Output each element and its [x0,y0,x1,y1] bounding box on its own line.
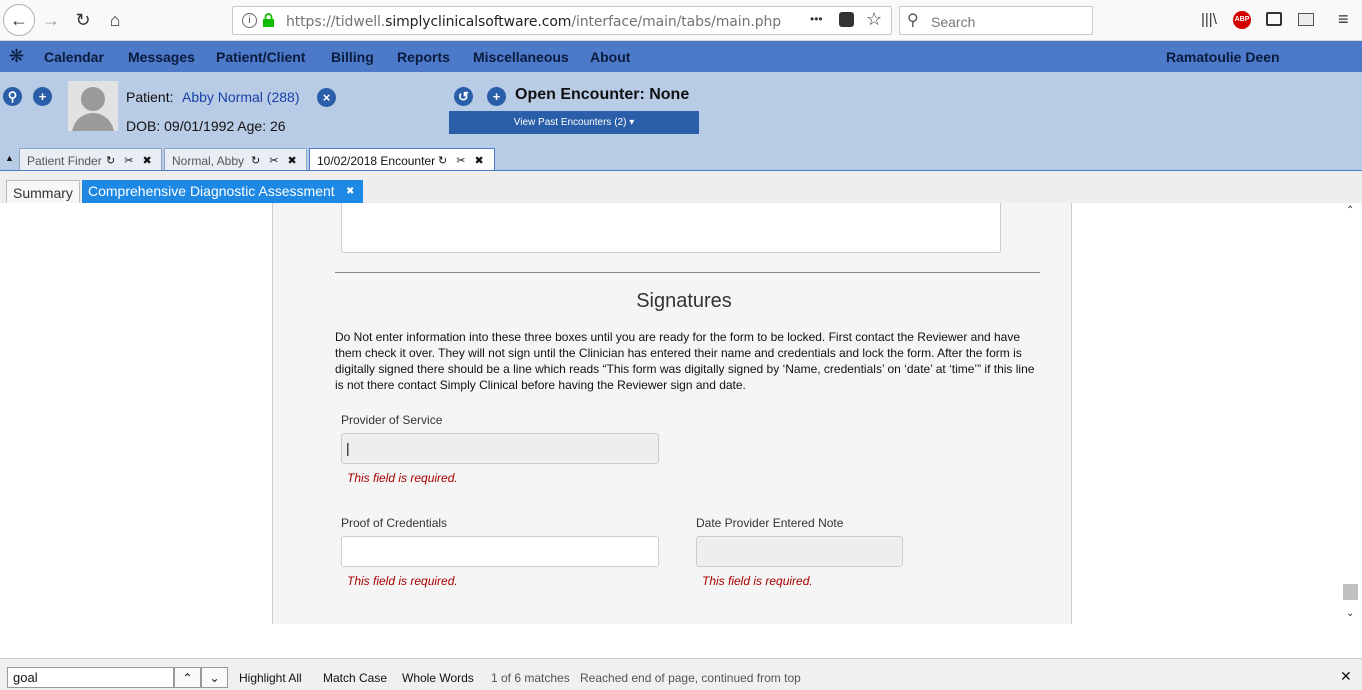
forward-button[interactable]: → [35,4,67,36]
menu-calendar[interactable]: Calendar [44,49,104,65]
tab-tools-icons[interactable]: ↻ ✂ ✖ [251,154,300,167]
proof-of-credentials-label: Proof of Credentials [341,516,448,530]
patient-search-icon[interactable]: ⚲ [3,87,22,106]
app-logo-icon[interactable]: ❋ [9,46,24,67]
match-case-toggle[interactable]: Match Case [323,671,387,685]
reload-button[interactable]: ↻ [67,4,99,36]
main-menu-bar: ❋ Calendar Messages Patient/Client Billi… [0,41,1362,72]
screenshot-icon[interactable] [1298,13,1314,26]
signatures-heading: Signatures [636,290,732,312]
required-message: This field is required. [347,574,458,588]
adblock-icon[interactable]: ABP [1233,11,1251,29]
tab-tools-icons[interactable]: ↻ ✂ ✖ [106,154,155,167]
open-encounter-label: Open Encounter: None [515,86,690,103]
required-message: This field is required. [347,471,458,485]
encounter-history-icon[interactable]: ↺ [454,87,473,106]
tab-label: Normal, Abby [172,154,245,168]
date-provider-entered-input[interactable] [696,536,903,567]
back-button[interactable]: ← [3,4,35,36]
proof-of-credentials-input[interactable] [341,536,659,567]
menu-miscellaneous[interactable]: Miscellaneous [473,49,569,65]
previous-textarea[interactable] [341,203,1001,253]
tab-comprehensive-diagnostic-assessment[interactable]: Comprehensive Diagnostic Assessment ✖ [82,180,363,204]
find-status-message: Reached end of page, continued from top [580,671,801,685]
collapse-header-icon[interactable]: ▲ [5,153,14,163]
search-placeholder: Search [931,14,976,30]
scroll-thumb[interactable] [1343,584,1358,600]
find-input[interactable]: goal [7,667,174,688]
tab-encounter[interactable]: 10/02/2018 Encounter ↻ ✂ ✖ [309,148,495,172]
bookmark-star-icon[interactable]: ☆ [866,9,882,30]
section-divider [335,272,1040,273]
search-input[interactable]: ⚲ Search [899,6,1093,35]
scroll-down-icon[interactable]: ⌄ [1346,608,1354,619]
close-patient-icon[interactable]: × [317,88,336,107]
provider-of-service-input[interactable]: | [341,433,659,464]
scroll-up-icon[interactable]: ⌃ [1346,205,1354,216]
tab-label: Patient Finder [27,154,102,168]
menu-about[interactable]: About [590,49,630,65]
tab-label: 10/02/2018 Encounter [317,154,436,168]
text-cursor: | [346,440,350,456]
tab-normal-abby[interactable]: Normal, Abby ↻ ✂ ✖ [164,148,307,171]
form-panel: Signatures Do Not enter information into… [272,203,1072,624]
search-icon: ⚲ [907,12,919,29]
add-patient-icon[interactable]: + [33,87,52,106]
match-count: 1 of 6 matches [491,671,570,685]
avatar [68,81,118,131]
view-past-encounters-button[interactable]: View Past Encounters (2) ▾ [449,111,699,134]
lock-icon [263,13,274,27]
close-find-bar-icon[interactable]: ✕ [1340,668,1352,685]
sidebar-icon[interactable] [1266,12,1282,26]
signatures-instructions: Do Not enter information into these thre… [335,330,1035,392]
find-previous-button[interactable]: ⌃ [174,667,201,688]
hamburger-menu-icon[interactable]: ≡ [1338,9,1349,30]
menu-messages[interactable]: Messages [128,49,195,65]
highlight-all-toggle[interactable]: Highlight All [239,671,302,685]
find-next-button[interactable]: ⌄ [201,667,228,688]
tab-label: Comprehensive Diagnostic Assessment [88,183,335,199]
library-icon[interactable]: |||\ [1201,11,1217,28]
browser-toolbar: ← → ↻ ⌂ i https://tidwell.simplyclinical… [0,0,1362,41]
patient-label: Patient: [126,89,174,105]
required-message: This field is required. [702,574,813,588]
encounter-subtab-bar: Summary Comprehensive Diagnostic Assessm… [0,170,1362,204]
menu-billing[interactable]: Billing [331,49,374,65]
page-actions-icon[interactable]: ••• [810,12,823,26]
page-scrollbar[interactable]: ⌃ ⌄ [1342,203,1362,624]
tab-summary[interactable]: Summary [6,180,80,204]
patient-name-link[interactable]: Abby Normal (288) [182,89,300,105]
provider-of-service-label: Provider of Service [341,413,443,427]
whole-words-toggle[interactable]: Whole Words [402,671,474,685]
user-name[interactable]: Ramatoulie Deen [1166,49,1280,65]
info-icon[interactable]: i [242,13,257,28]
pocket-icon[interactable] [839,12,854,27]
date-provider-entered-label: Date Provider Entered Note [696,516,844,530]
tab-patient-finder[interactable]: Patient Finder ↻ ✂ ✖ [19,148,162,171]
close-tab-icon[interactable]: ✖ [346,186,354,197]
menu-patient-client[interactable]: Patient/Client [216,49,305,65]
patient-dob: DOB: 09/01/1992 Age: 26 [126,118,286,134]
tab-tools-icons[interactable]: ↻ ✂ ✖ [438,154,487,167]
home-button[interactable]: ⌂ [99,4,131,36]
content-area: Signatures Do Not enter information into… [0,203,1342,624]
new-encounter-icon[interactable]: + [487,87,506,106]
url-text: https://tidwell.simplyclinicalsoftware.c… [286,14,782,30]
menu-reports[interactable]: Reports [397,49,450,65]
find-bar: goal ⌃ ⌄ Highlight All Match Case Whole … [0,658,1362,690]
url-bar[interactable]: i https://tidwell.simplyclinicalsoftware… [232,6,892,35]
